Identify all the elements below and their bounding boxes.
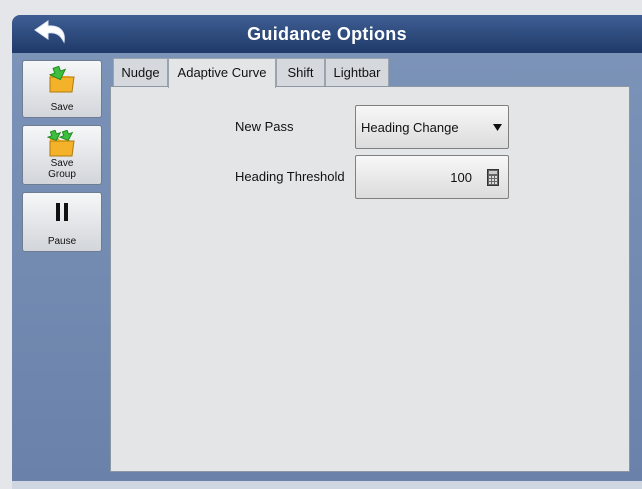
page-title: Guidance Options	[247, 24, 407, 44]
folder-save-icon	[48, 65, 75, 93]
pause-icon	[56, 203, 68, 221]
save-group-label-line1: Save	[50, 158, 74, 169]
save-group-button[interactable]: Save Group	[22, 125, 102, 185]
save-group-label-line2: Group	[48, 169, 76, 180]
pause-button[interactable]: Pause	[22, 192, 102, 252]
folder-save-group-icon	[47, 130, 75, 157]
save-label: Save	[50, 102, 74, 113]
tab-adaptive-curve[interactable]: Adaptive Curve	[168, 58, 276, 88]
new-pass-dropdown[interactable]: Heading Change	[355, 105, 509, 149]
calculator-icon	[487, 169, 499, 186]
save-group-label: Save Group	[23, 158, 101, 180]
heading-threshold-value: 100	[450, 170, 472, 185]
save-button[interactable]: Save	[22, 60, 102, 118]
new-pass-value: Heading Change	[361, 120, 459, 135]
bottom-strip	[12, 481, 642, 489]
tab-nudge[interactable]: Nudge	[113, 58, 168, 86]
title-bar: Guidance Options	[12, 15, 642, 53]
app-window: Guidance Options Save Save Group Pause N	[0, 0, 642, 489]
new-pass-label: New Pass	[235, 119, 294, 134]
tab-content-panel: New Pass Heading Change Heading Threshol…	[110, 86, 630, 472]
triangle-down-icon	[493, 124, 502, 131]
heading-threshold-input[interactable]: 100	[355, 155, 509, 199]
heading-threshold-label: Heading Threshold	[235, 169, 345, 184]
tab-shift[interactable]: Shift	[276, 58, 325, 86]
pause-label: Pause	[47, 236, 77, 247]
tab-lightbar[interactable]: Lightbar	[325, 58, 389, 86]
